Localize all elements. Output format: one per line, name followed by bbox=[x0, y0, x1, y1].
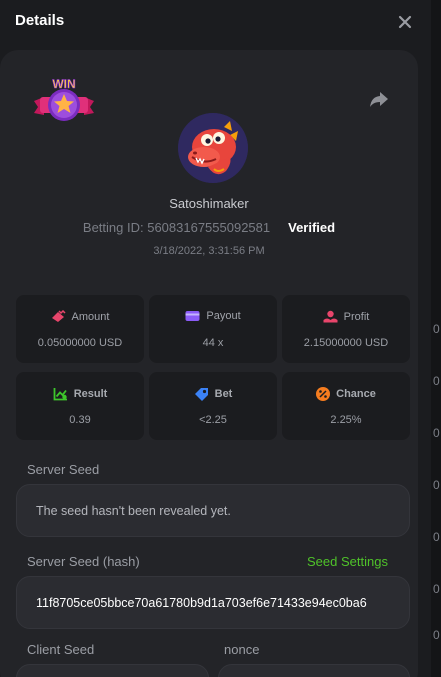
stat-payout: Payout 44 x bbox=[149, 295, 277, 363]
background-digit: 0 bbox=[433, 426, 440, 440]
stat-value: 0.39 bbox=[69, 414, 91, 426]
server-seed-label: Server Seed bbox=[27, 462, 100, 477]
avatar bbox=[178, 113, 248, 183]
amount-icon bbox=[51, 310, 66, 322]
stat-label: Profit bbox=[343, 310, 370, 323]
stat-amount: Amount 0.05000000 USD bbox=[16, 295, 144, 363]
background-digit: 0 bbox=[433, 478, 440, 492]
nonce-label: nonce bbox=[224, 642, 260, 657]
stat-label: Result bbox=[73, 388, 108, 400]
details-modal: Details WIN Satoshimaker Betting ID: 560… bbox=[0, 0, 431, 677]
percent-icon bbox=[316, 387, 331, 401]
server-seed-field[interactable]: The seed hasn't been revealed yet. bbox=[16, 484, 410, 537]
badge-text: WIN bbox=[52, 77, 75, 91]
stat-label: Amount bbox=[71, 310, 110, 323]
stat-profit: Profit 2.15000000 USD bbox=[282, 295, 410, 363]
stat-chance: Chance 2.25% bbox=[282, 372, 410, 440]
client-seed-label: Client Seed bbox=[27, 642, 95, 657]
bet-details-card: WIN Satoshimaker Betting ID: 56083167555… bbox=[0, 50, 418, 677]
share-icon bbox=[370, 92, 388, 107]
server-seed-hash-field[interactable]: 11f8705ce05bbce70a61780b9d1a703ef6e71433… bbox=[16, 576, 410, 629]
close-icon bbox=[398, 15, 412, 29]
wallet-icon bbox=[185, 311, 200, 321]
background-digit: 0 bbox=[433, 322, 440, 336]
stat-label: Bet bbox=[214, 388, 233, 400]
background-digit: 0 bbox=[433, 530, 440, 544]
stat-value: 2.15000000 USD bbox=[303, 337, 389, 349]
verified-badge: Verified bbox=[288, 220, 336, 235]
chart-icon bbox=[53, 388, 67, 401]
background-overlay: 0 0 0 0 0 0 0 bbox=[431, 0, 441, 677]
username: Satoshimaker bbox=[169, 196, 249, 211]
stat-value: <2.25 bbox=[199, 414, 227, 426]
background-digit: 0 bbox=[433, 582, 440, 596]
close-button[interactable] bbox=[395, 12, 415, 32]
betting-id: Betting ID: 56083167555092581 bbox=[82, 220, 271, 235]
nonce-field[interactable] bbox=[218, 664, 410, 677]
profit-icon bbox=[323, 310, 338, 323]
stat-label: Payout bbox=[206, 310, 241, 322]
stat-value: 2.25% bbox=[330, 414, 362, 426]
seed-settings-link[interactable]: Seed Settings bbox=[307, 554, 388, 569]
modal-header: Details bbox=[0, 0, 431, 46]
client-seed-field[interactable] bbox=[16, 664, 209, 677]
stat-value: 0.05000000 USD bbox=[37, 337, 123, 349]
tag-icon bbox=[194, 388, 208, 401]
bet-timestamp: 3/18/2022, 3:31:56 PM bbox=[153, 245, 265, 257]
stat-label: Chance bbox=[336, 388, 376, 400]
win-badge-icon: WIN bbox=[34, 77, 94, 121]
betting-id-row: Betting ID: 56083167555092581 Verified bbox=[0, 220, 418, 235]
server-seed-hash-label: Server Seed (hash) bbox=[27, 554, 140, 569]
background-digit: 0 bbox=[433, 374, 440, 388]
dragon-avatar-icon bbox=[178, 113, 248, 183]
stat-bet: Bet <2.25 bbox=[149, 372, 277, 440]
modal-title: Details bbox=[15, 12, 65, 29]
stat-result: Result 0.39 bbox=[16, 372, 144, 440]
background-digit: 0 bbox=[433, 628, 440, 642]
stat-value: 44 x bbox=[202, 337, 224, 349]
share-button[interactable] bbox=[368, 88, 390, 110]
